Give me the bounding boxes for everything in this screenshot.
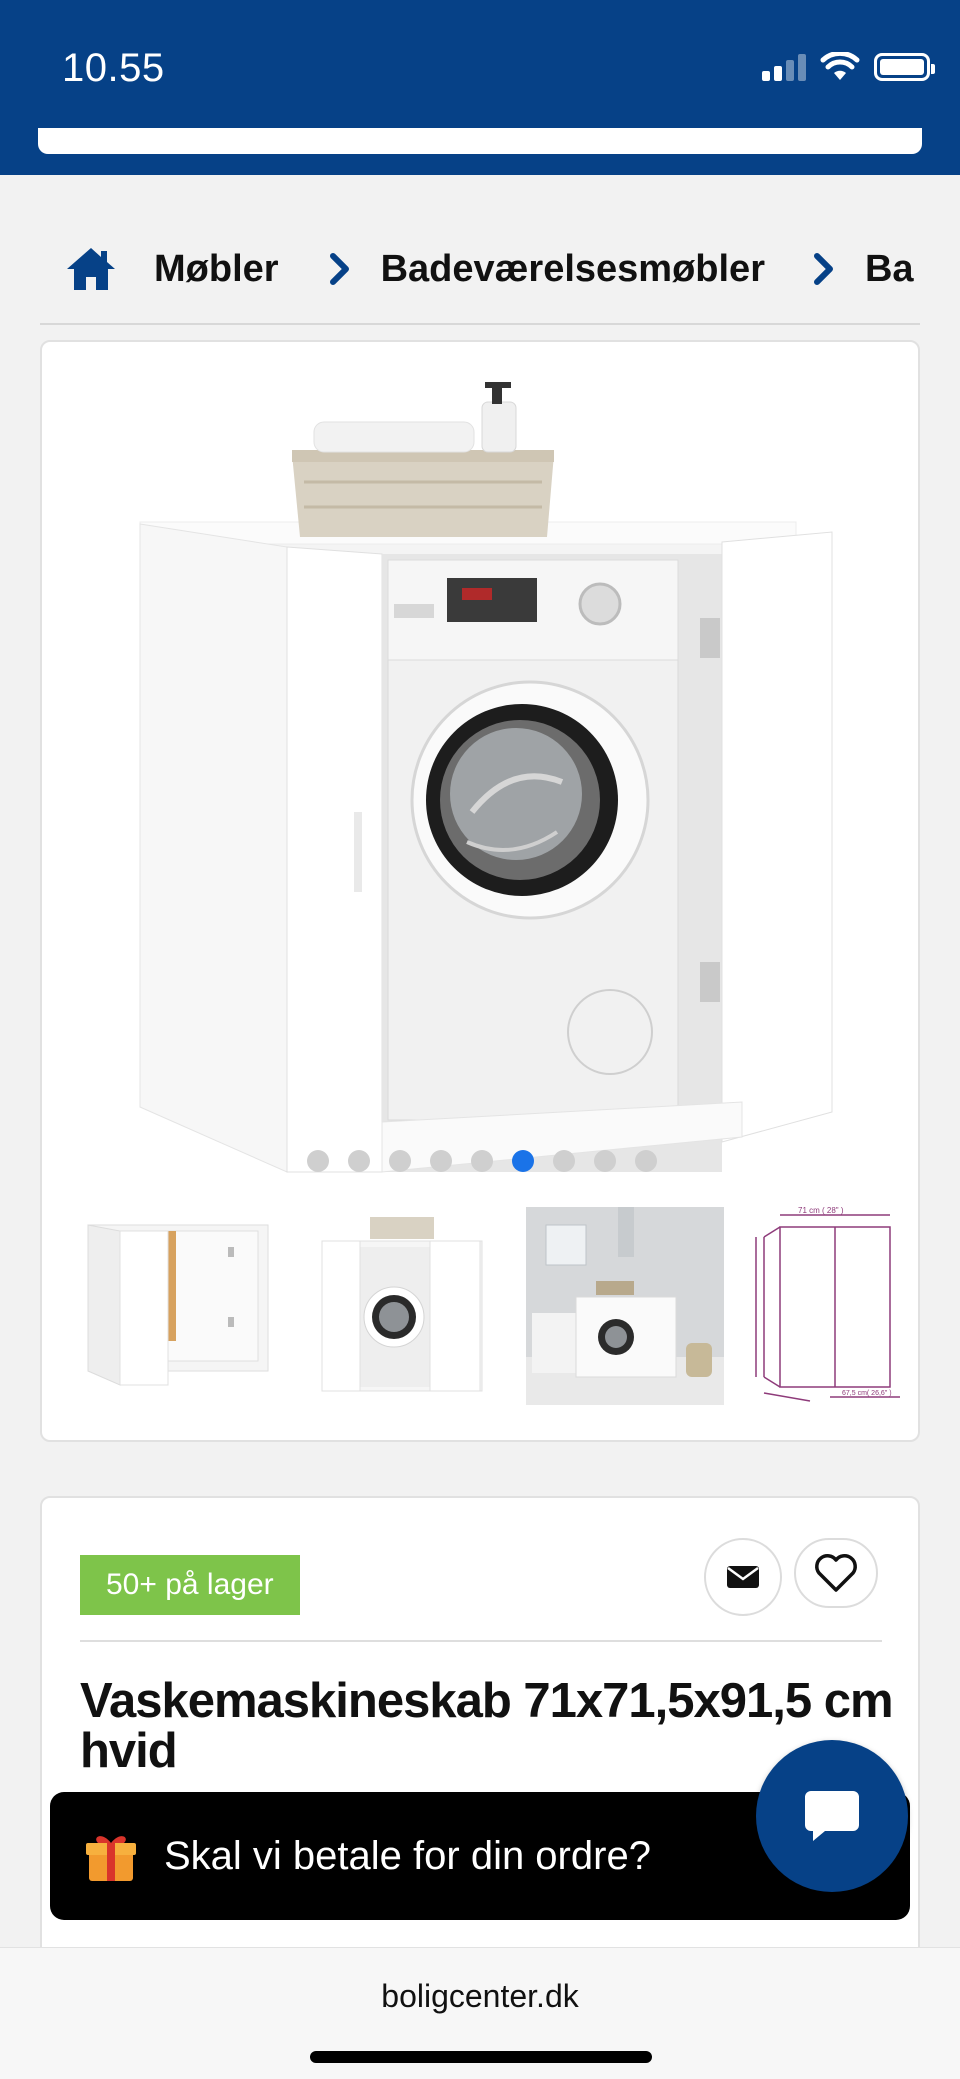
pagination-dot-active[interactable] [512, 1150, 534, 1172]
heart-icon [815, 1554, 857, 1592]
home-icon[interactable] [64, 245, 118, 293]
pagination-dot[interactable] [635, 1150, 657, 1172]
chat-bubble-icon [805, 1791, 859, 1841]
dimension-label-width: 71 cm ( 28" ) [798, 1207, 844, 1215]
divider [80, 1640, 882, 1642]
wishlist-button[interactable] [794, 1538, 878, 1608]
gallery-pagination [42, 1150, 918, 1172]
breadcrumb-item-mobler[interactable]: Møbler [154, 248, 279, 291]
home-indicator[interactable] [310, 2051, 652, 2063]
stock-badge: 50+ på lager [80, 1555, 300, 1615]
pagination-dot[interactable] [348, 1150, 370, 1172]
signal-icon [762, 53, 806, 81]
browser-url-bar[interactable]: boligcenter.dk [0, 1947, 960, 2079]
pagination-dot[interactable] [594, 1150, 616, 1172]
thumbnail-3[interactable] [526, 1207, 724, 1405]
pagination-dot[interactable] [389, 1150, 411, 1172]
gift-icon [86, 1836, 136, 1881]
chat-button[interactable] [756, 1740, 908, 1892]
thumbnail-2[interactable] [300, 1207, 498, 1405]
email-share-button[interactable] [704, 1538, 782, 1616]
url-text[interactable]: boligcenter.dk [0, 1978, 960, 2015]
battery-icon [874, 53, 935, 81]
chevron-right-icon [813, 253, 833, 285]
product-gallery: 71 cm ( 28" ) 67,5 cm( 26,6" ) [40, 340, 920, 1442]
pagination-dot[interactable] [553, 1150, 575, 1172]
product-main-image[interactable] [42, 342, 920, 1192]
status-icons [762, 52, 935, 82]
pagination-dot[interactable] [307, 1150, 329, 1172]
thumbnail-1[interactable] [80, 1207, 278, 1405]
toast-text: Skal vi betale for din ordre? [164, 1833, 651, 1878]
breadcrumb-item-next[interactable]: Ba [865, 248, 914, 291]
pagination-dot[interactable] [471, 1150, 493, 1172]
breadcrumb-item-badevaerelsesmobler[interactable]: Badeværelsesmøbler [381, 248, 765, 291]
app-header: 10.55 [0, 0, 960, 175]
thumbnail-strip: 71 cm ( 28" ) 67,5 cm( 26,6" ) [42, 1207, 918, 1407]
status-time: 10.55 [62, 46, 165, 90]
pagination-dot[interactable] [430, 1150, 452, 1172]
breadcrumb: Møbler Badeværelsesmøbler Ba [40, 215, 920, 325]
chevron-right-icon [329, 253, 349, 285]
thumbnail-4-dimensions[interactable]: 71 cm ( 28" ) 67,5 cm( 26,6" ) [750, 1207, 918, 1405]
wifi-icon [820, 52, 860, 80]
dimension-label-depth: 67,5 cm( 26,6" ) [842, 1390, 892, 1397]
search-bar-edge[interactable] [38, 128, 922, 154]
envelope-icon [727, 1566, 759, 1588]
